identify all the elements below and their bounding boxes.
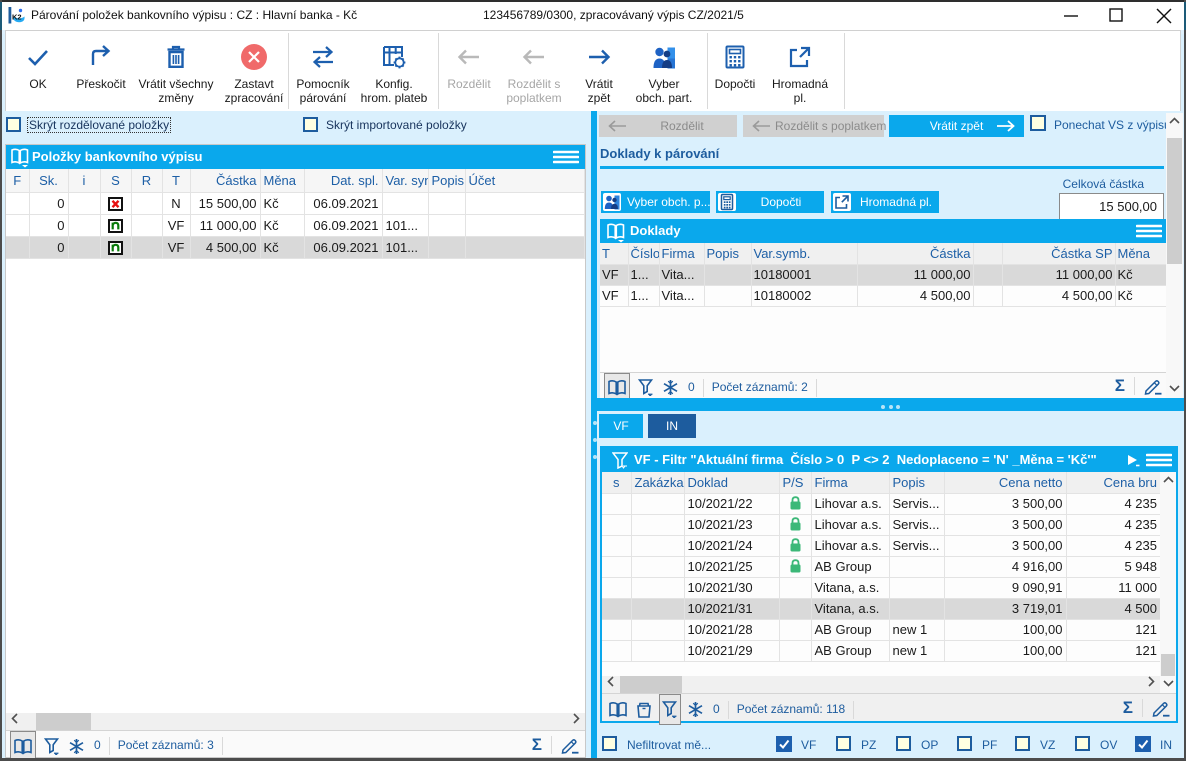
svg-text:K2: K2 <box>12 13 22 22</box>
